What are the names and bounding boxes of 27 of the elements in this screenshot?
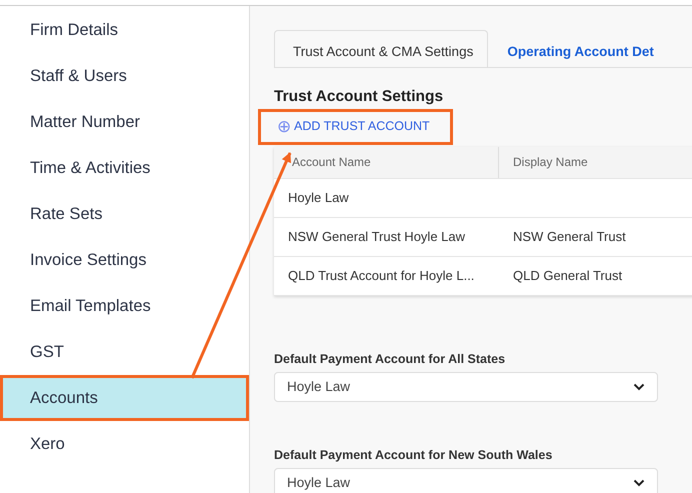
sidebar-item[interactable]: Firm Details <box>0 7 249 53</box>
sidebar-item[interactable]: Email Templates <box>0 283 249 329</box>
chevron-down-icon <box>633 478 645 487</box>
sidebar-item[interactable]: Matter Number <box>0 99 249 145</box>
add-trust-account-button[interactable]: ⊕ ADD TRUST ACCOUNT <box>258 108 453 145</box>
sidebar-item[interactable]: GST <box>0 329 249 375</box>
column-header: Display Name <box>512 154 589 172</box>
tab[interactable]: Trust Account & CMA Settings <box>274 30 488 67</box>
section-title: Trust Account Settings <box>274 88 444 106</box>
sidebar-item[interactable]: Accounts <box>0 375 249 421</box>
chevron-down-icon <box>633 382 645 391</box>
sidebar-item[interactable]: Xero <box>0 421 249 467</box>
field-label: Default Payment Account for All States <box>274 352 506 366</box>
table-cell-text: Hoyle Law <box>287 189 350 208</box>
sidebar-item[interactable]: Staff & Users <box>0 53 249 99</box>
select-field[interactable]: Hoyle Law <box>274 468 658 493</box>
table-cell-text: NSW General Trust <box>512 228 627 246</box>
field-label: Default Payment Account for New South Wales <box>274 448 554 462</box>
table-cell-text: QLD General Trust <box>512 267 624 286</box>
sidebar-item[interactable]: Time & Activities <box>0 145 249 191</box>
table-cell-text: NSW General Trust Hoyle Law <box>287 228 466 246</box>
sidebar-item[interactable]: Rate Sets <box>0 191 249 237</box>
table-cell-text: QLD Trust Account for Hoyle L... <box>287 267 476 286</box>
column-header: Account Name <box>274 146 499 178</box>
select-field[interactable]: Hoyle Law <box>274 372 658 402</box>
sidebar-item[interactable]: Invoice Settings <box>0 237 249 283</box>
tab[interactable]: Operating Account Det <box>488 30 669 67</box>
